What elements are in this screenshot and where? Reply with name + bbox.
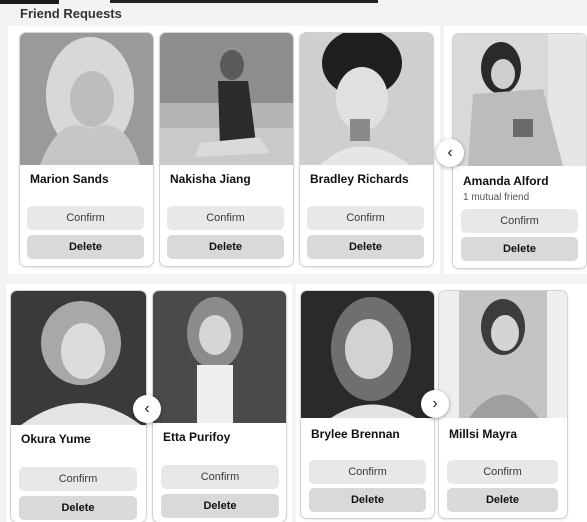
friend-request-card[interactable]: Millsi Mayra Confirm Delete [439,291,567,518]
friend-name[interactable]: Bradley Richards [310,172,409,186]
profile-photo[interactable] [160,33,293,165]
profile-photo[interactable] [11,291,146,425]
friend-request-card[interactable]: Brylee Brennan Confirm Delete [301,291,434,518]
friend-request-card[interactable]: Nakisha Jiang Confirm Delete [160,33,293,266]
delete-button[interactable]: Delete [27,235,144,259]
friend-request-card[interactable]: Etta Purifoy Confirm Delete [153,291,286,522]
profile-photo[interactable] [439,291,567,418]
friend-name[interactable]: Etta Purifoy [163,430,230,444]
top-edge-bar [0,0,59,4]
delete-button[interactable]: Delete [447,488,558,512]
confirm-button[interactable]: Confirm [161,465,279,489]
friend-name[interactable]: Marion Sands [30,172,109,186]
friend-name[interactable]: Nakisha Jiang [170,172,251,186]
previous-arrow-button[interactable]: ‹ [133,395,161,423]
chevron-left-icon: ‹ [144,400,150,417]
previous-arrow-button[interactable]: ‹ [436,139,464,167]
confirm-button[interactable]: Confirm [27,206,144,230]
friend-request-card[interactable]: Amanda Alford 1 mutual friend Confirm De… [453,34,586,268]
friend-request-card[interactable]: Bradley Richards Confirm Delete [300,33,433,266]
confirm-button[interactable]: Confirm [461,209,578,233]
delete-button[interactable]: Delete [309,488,426,512]
friend-name[interactable]: Brylee Brennan [311,427,400,441]
friend-name[interactable]: Millsi Mayra [449,427,517,441]
friend-request-card[interactable]: Marion Sands Confirm Delete [20,33,153,266]
chevron-left-icon: ‹ [447,144,453,161]
mutual-friends[interactable]: 1 mutual friend [463,192,529,203]
section-title: Friend Requests [20,6,122,21]
friend-request-card[interactable]: Okura Yume Confirm Delete [11,291,146,522]
profile-photo[interactable] [300,33,433,165]
confirm-button[interactable]: Confirm [447,460,558,484]
next-arrow-button[interactable]: › [421,390,449,418]
delete-button[interactable]: Delete [307,235,424,259]
friend-name[interactable]: Okura Yume [21,432,91,446]
chevron-right-icon: › [432,395,438,412]
confirm-button[interactable]: Confirm [19,467,137,491]
delete-button[interactable]: Delete [167,235,284,259]
delete-button[interactable]: Delete [19,496,137,520]
delete-button[interactable]: Delete [461,237,578,261]
delete-button[interactable]: Delete [161,494,279,518]
top-image-strip [110,0,378,3]
confirm-button[interactable]: Confirm [307,206,424,230]
confirm-button[interactable]: Confirm [167,206,284,230]
profile-photo[interactable] [453,34,586,166]
profile-photo[interactable] [301,291,434,418]
confirm-button[interactable]: Confirm [309,460,426,484]
profile-photo[interactable] [153,291,286,423]
friend-name[interactable]: Amanda Alford [463,174,549,188]
profile-photo[interactable] [20,33,153,165]
